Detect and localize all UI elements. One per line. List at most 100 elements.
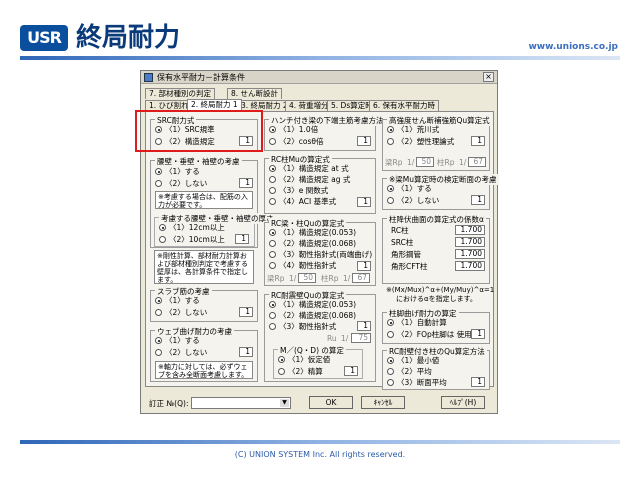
tab-load-increment[interactable]: 4. 荷重増分	[285, 100, 333, 111]
radio-thick-10[interactable]: 〈2〉10cm以上	[159, 235, 225, 244]
radio-rcwall-3[interactable]: 〈3〉靭性指針式	[269, 322, 336, 331]
alpha-note-1: ※(Mx/Mux)^α+(My/Muy)^α=1	[386, 286, 495, 294]
shear-value-field[interactable]: 1	[471, 136, 485, 146]
tab-member-type[interactable]: 7. 部材種別の判定	[145, 88, 216, 99]
radio-wall-yes[interactable]: 〈1〉する	[155, 167, 200, 176]
radio-rcwallcol-min[interactable]: 〈1〉最小値	[387, 356, 439, 365]
slash-glyph: 1/	[341, 334, 349, 343]
rc-qu-group: RC梁・柱Quの算定式 〈1〉構造規定(0.053) 〈2〉構造規定(0.068…	[264, 218, 376, 286]
rcwallcol-value-field[interactable]: 1	[471, 377, 485, 387]
haunch-value-field[interactable]: 1	[357, 136, 371, 146]
rc-wall-qu-group: RC耐震壁Quの算定式 〈1〉構造規定(0.053) 〈2〉構造規定(0.068…	[264, 290, 376, 382]
close-icon[interactable]: ×	[483, 72, 494, 82]
radio-rcmu-4[interactable]: 〈4〉ACI 基準式	[269, 197, 336, 206]
radio-rcqu-4[interactable]: 〈4〉靭性指針式	[269, 261, 336, 270]
radio-rcwall-2[interactable]: 〈2〉構造規定(0.068)	[269, 311, 356, 320]
radio-label: 〈2〉構造規定 ag 式	[279, 175, 351, 184]
thickness-value-field[interactable]: 1	[235, 234, 249, 244]
radio-label: 〈1〉最小値	[397, 356, 440, 365]
mu-section-value-field[interactable]: 1	[471, 195, 485, 205]
radio-rcmu-3[interactable]: 〈3〉e 関数式	[269, 186, 328, 195]
revision-select[interactable]: ▼	[191, 397, 291, 409]
shear-col-rp-label: 柱Rp	[437, 158, 455, 167]
rc-mu-group: RC柱Muの算定式 〈1〉構造規定 at 式 〈2〉構造規定 ag 式 〈3〉e…	[264, 154, 376, 214]
colbend-value-field[interactable]: 1	[471, 329, 485, 339]
rcmu-value-field[interactable]: 1	[357, 197, 371, 207]
radio-rcqu-2[interactable]: 〈2〉構造規定(0.068)	[269, 239, 356, 248]
radio-rcwall-1[interactable]: 〈1〉構造規定(0.053)	[269, 300, 356, 309]
help-button[interactable]: ﾍﾙﾌﾟ(H)	[441, 396, 485, 409]
radio-label: 〈3〉断面平均	[397, 378, 447, 387]
slab-value-field[interactable]: 1	[239, 307, 253, 317]
radio-mqd-precise[interactable]: 〈2〉精算	[278, 367, 323, 376]
slash-glyph: 1/	[407, 158, 415, 167]
radio-colbend-auto[interactable]: 〈1〉自動計算	[387, 318, 447, 327]
shear-beam-rp-field[interactable]: 50	[416, 157, 434, 167]
radio-haunch-1[interactable]: 〈1〉1.0倍	[269, 125, 318, 134]
rcqu-value-field[interactable]: 1	[357, 261, 371, 271]
alpha-label-rc: RC柱	[391, 226, 409, 235]
radio-label: 〈1〉する	[397, 184, 432, 193]
wall-note: ※考慮する場合は、配筋の入力が必要です。	[155, 191, 253, 209]
radio-label: 〈2〉cosθ倍	[279, 137, 324, 146]
radio-rcqu-1[interactable]: 〈1〉構造規定(0.053)	[269, 228, 356, 237]
tab-capacity[interactable]: 6. 保有水平耐力時	[369, 100, 440, 111]
header-divider	[20, 56, 620, 60]
radio-web-no[interactable]: 〈2〉しない	[155, 348, 207, 357]
site-url: www.unions.co.jp	[528, 42, 618, 52]
radio-label: 〈1〉構造規定 at 式	[279, 164, 349, 173]
radio-rcmu-2[interactable]: 〈2〉構造規定 ag 式	[269, 175, 350, 184]
radio-label: 〈2〉しない	[165, 348, 208, 357]
shear-col-rp-field[interactable]: 67	[468, 157, 486, 167]
radio-colbend-fop[interactable]: 〈2〉FOp柱脚は 使用	[387, 330, 472, 339]
radio-label: 〈1〉1.0倍	[279, 125, 319, 134]
radio-label: 〈4〉靭性指針式	[279, 261, 337, 270]
alpha-cft-field[interactable]: 1.700	[455, 261, 485, 271]
wall-consider-group: 腰壁・垂壁・袖壁の考慮 〈1〉する 〈2〉しない 1 ※考慮する場合は、配筋の入…	[150, 156, 276, 248]
mqd-group: M／(Q・D) の算定 〈1〉仮定値 〈2〉精算 1	[273, 345, 363, 379]
slash-glyph: 1/	[459, 158, 467, 167]
radio-wall-no[interactable]: 〈2〉しない	[155, 179, 207, 188]
radio-slab-yes[interactable]: 〈1〉する	[155, 296, 200, 305]
web-value-field[interactable]: 1	[239, 347, 253, 357]
radio-mu-section-yes[interactable]: 〈1〉する	[387, 184, 432, 193]
radio-mqd-assumed[interactable]: 〈1〉仮定値	[278, 355, 330, 364]
mqd-value-field[interactable]: 1	[344, 366, 358, 376]
alpha-group: 柱降伏曲面の算定式の係数α RC柱 1.700 SRC柱 1.700 角形鋼管 …	[382, 214, 490, 284]
alpha-src-field[interactable]: 1.700	[455, 237, 485, 247]
cancel-button[interactable]: ｷｬﾝｾﾙ	[361, 396, 405, 409]
radio-rcwallcol-avg[interactable]: 〈2〉平均	[387, 367, 432, 376]
radio-rcqu-3[interactable]: 〈3〉靭性指針式(両端曲げ)	[269, 250, 372, 259]
copyright: (C) UNION SYSTEM Inc. All rights reserve…	[234, 450, 406, 459]
rcwall-ru-field[interactable]: 75	[351, 333, 371, 343]
rcqu-col-rp-label: 柱Rp	[321, 274, 339, 283]
rcwall-value-field[interactable]: 1	[357, 321, 371, 331]
tab-shear-design[interactable]: 8. せん断設計	[227, 88, 283, 99]
radio-label: 〈2〉塑性理論式	[397, 137, 455, 146]
radio-label: 〈1〉する	[165, 167, 200, 176]
rcqu-col-rp-field[interactable]: 67	[352, 273, 370, 283]
alpha-rc-field[interactable]: 1.700	[455, 225, 485, 235]
radio-thick-12[interactable]: 〈1〉12cm以上	[159, 223, 225, 232]
ok-button[interactable]: OK	[309, 396, 353, 409]
radio-label: 〈1〉する	[165, 336, 200, 345]
radio-web-yes[interactable]: 〈1〉する	[155, 336, 200, 345]
radio-rcwallcol-section[interactable]: 〈3〉断面平均	[387, 378, 447, 387]
rc-wall-col-group: RC耐壁付き柱のQu算定方法 〈1〉最小値 〈2〉平均 〈3〉断面平均 1	[382, 346, 490, 390]
radio-shear-arakawa[interactable]: 〈1〉荒川式	[387, 125, 439, 134]
radio-label: 〈2〉構造規定(0.068)	[279, 311, 357, 320]
revision-label: 訂正 №(Q):	[149, 399, 189, 408]
alpha-label-cft: 角形CFT柱	[391, 262, 428, 271]
wall-value-field[interactable]: 1	[239, 178, 253, 188]
radio-shear-plastic[interactable]: 〈2〉塑性理論式	[387, 137, 454, 146]
app-icon	[144, 73, 153, 82]
radio-label: 〈2〉平均	[397, 367, 432, 376]
slash-glyph: 1/	[289, 274, 297, 283]
radio-mu-section-no[interactable]: 〈2〉しない	[387, 196, 439, 205]
rcqu-beam-rp-field[interactable]: 50	[298, 273, 316, 283]
radio-rcmu-1[interactable]: 〈1〉構造規定 at 式	[269, 164, 349, 173]
radio-haunch-cos[interactable]: 〈2〉cosθ倍	[269, 137, 323, 146]
radio-slab-no[interactable]: 〈2〉しない	[155, 308, 207, 317]
alpha-box-field[interactable]: 1.700	[455, 249, 485, 259]
radio-label: 〈2〉しない	[165, 179, 208, 188]
